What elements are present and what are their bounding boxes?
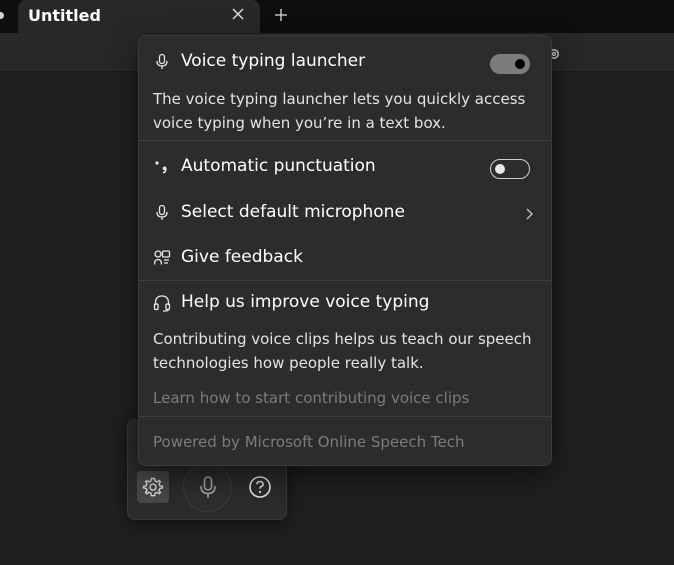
- give-feedback-label: Give feedback: [181, 247, 303, 267]
- punctuation-icon: [155, 161, 167, 174]
- headset-icon: [153, 295, 171, 312]
- punctuation-toggle[interactable]: [490, 159, 530, 179]
- launcher-toggle[interactable]: [490, 54, 530, 74]
- toggle-knob: [495, 164, 505, 174]
- gear-icon: [142, 477, 164, 497]
- divider: [139, 140, 551, 141]
- close-icon[interactable]: [230, 6, 246, 22]
- voice-settings-button[interactable]: [137, 471, 169, 503]
- voice-help-button[interactable]: [246, 473, 274, 501]
- toggle-knob: [515, 59, 525, 69]
- microphone-icon: [156, 204, 168, 220]
- microphone-icon: [156, 53, 168, 69]
- punctuation-label: Automatic punctuation: [181, 156, 376, 176]
- divider: [139, 416, 551, 417]
- microphone-icon: [199, 475, 216, 498]
- launcher-label: Voice typing launcher: [181, 51, 366, 71]
- launcher-description: The voice typing launcher lets you quick…: [153, 90, 526, 132]
- contribute-voice-clips-link[interactable]: Learn how to start contributing voice cl…: [153, 389, 469, 407]
- tab-untitled[interactable]: Untitled: [18, 0, 260, 33]
- help-icon: [249, 476, 271, 498]
- divider: [139, 280, 551, 281]
- voice-typing-settings-flyout: Voice typing launcher The voice typing l…: [138, 35, 552, 466]
- tab-strip: Untitled: [0, 0, 674, 33]
- powered-by-text: Powered by Microsoft Online Speech Tech: [153, 433, 465, 451]
- select-microphone-label: Select default microphone: [181, 202, 405, 222]
- app-window: Untitled Voice typing launcher The voice…: [0, 0, 674, 565]
- previous-tab-edge[interactable]: [0, 12, 4, 19]
- improve-voice-typing-label: Help us improve voice typing: [181, 292, 430, 312]
- feedback-icon: [153, 250, 171, 265]
- tab-title: Untitled: [28, 6, 101, 25]
- add-tab-icon[interactable]: [273, 7, 289, 23]
- improve-description: Contributing voice clips helps us teach …: [153, 330, 532, 372]
- chevron-right-icon: [526, 208, 533, 220]
- voice-mic-button[interactable]: [183, 463, 232, 512]
